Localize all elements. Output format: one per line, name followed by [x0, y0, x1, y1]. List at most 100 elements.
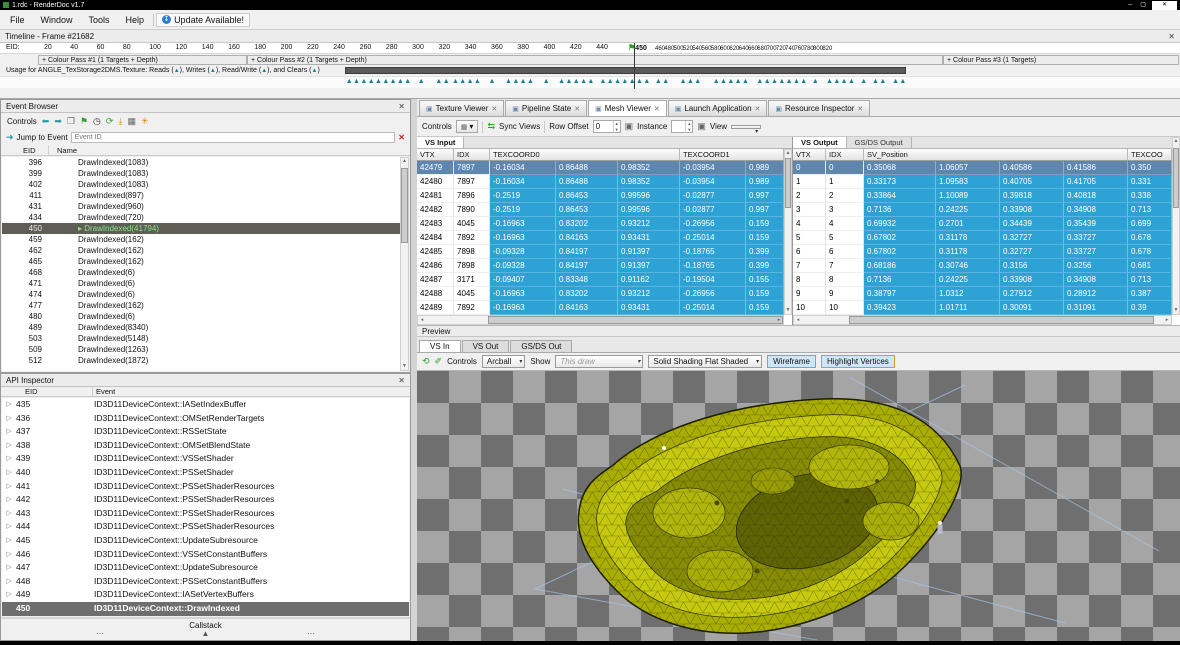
event-row[interactable]: 411 DrawIndexed(897) [2, 190, 400, 201]
expander-icon[interactable] [2, 602, 16, 616]
expander-icon[interactable]: ▷ [2, 534, 16, 548]
tab-close-icon[interactable]: ✕ [491, 105, 497, 113]
expander-icon[interactable]: ▷ [2, 398, 16, 412]
expander-icon[interactable]: ▷ [2, 507, 16, 521]
data-row[interactable]: 8 8 0.7136 0.24225 0.33908 0.34908 0.713 [793, 273, 1180, 287]
row-offset-stepper[interactable]: 0 ▲ ▼ [592, 120, 621, 133]
scroll-thumb[interactable] [1173, 148, 1179, 208]
data-row[interactable]: 7 7 0.68186 0.30746 0.3156 0.3256 0.681 [793, 259, 1180, 273]
api-event-row[interactable]: ▷ 446 ID3D11DeviceContext::VSSetConstantBu… [2, 548, 409, 562]
event-row[interactable]: 399 DrawIndexed(1083) [2, 168, 400, 179]
api-event-row[interactable]: ▷ 443 ID3D11DeviceContext::PSSetShaderReso… [2, 507, 409, 521]
data-row[interactable]: 4 4 0.69932 0.2701 0.34439 0.35439 0.699 [793, 217, 1180, 231]
scroll-right-icon[interactable]: ▸ [775, 316, 783, 325]
tab-vs-output[interactable]: VS Output [793, 137, 847, 148]
callstack-splitter[interactable]: ⋯ ▲ ⋯ [1, 630, 410, 638]
preview-tab-vs-out[interactable]: VS Out [461, 340, 510, 352]
column-header-sv-position[interactable]: SV_Position [864, 149, 1128, 161]
jump-to-event-input[interactable] [70, 132, 396, 143]
data-row[interactable]: 42483 4045 -0.16963 0.83202 0.93212 -0.26956 0… [417, 217, 792, 231]
vs-output-hscrollbar[interactable]: ◂ ▸ [793, 315, 1172, 325]
vs-input-vscrollbar[interactable]: ▲ ▼ [784, 149, 792, 315]
scroll-thumb[interactable] [849, 316, 1154, 324]
expander-icon[interactable]: ▷ [2, 439, 16, 453]
stepper-arrows-icon[interactable]: ▲ ▼ [685, 121, 692, 133]
event-row[interactable]: 509 DrawIndexed(1263) [2, 344, 400, 355]
column-header-idx[interactable]: IDX [826, 149, 864, 161]
api-event-row[interactable]: ▷ 437 ID3D11DeviceContext::RSSetState [2, 425, 409, 439]
data-row[interactable]: 42484 7892 -0.16963 0.84163 0.93431 -0.25014 0… [417, 231, 792, 245]
data-row[interactable]: 42485 7898 -0.09328 0.84197 0.91397 -0.18765 0… [417, 245, 792, 259]
options-icon[interactable]: ✳ [141, 117, 149, 126]
highlight-vertices-toggle[interactable]: Highlight Vertices [820, 355, 895, 368]
doc-tab-resource-inspector[interactable]: ▣ Resource Inspector ✕ [768, 100, 871, 116]
data-row[interactable]: 10 10 0.39423 1.01711 0.30091 0.31091 0.39 [793, 301, 1180, 315]
api-event-row[interactable]: ▷ 439 ID3D11DeviceContext::VSSetShader [2, 452, 409, 466]
data-row[interactable]: 42488 4045 -0.16963 0.83202 0.93212 -0.26956 0… [417, 287, 792, 301]
time-draws-icon[interactable]: ◷ [93, 117, 101, 126]
data-row[interactable]: 1 1 0.33173 1.09583 0.40705 0.41705 0.331 [793, 175, 1180, 189]
refresh-icon[interactable]: ⟳ [106, 117, 114, 126]
bookmark-icon[interactable]: ❐ [67, 117, 75, 126]
scroll-thumb[interactable] [785, 158, 791, 208]
column-header-texcoord0[interactable]: TEXCOORD0 [490, 149, 680, 161]
tab-vs-input[interactable]: VS Input [417, 137, 465, 148]
scroll-left-icon[interactable]: ◂ [418, 316, 426, 325]
event-row[interactable]: 402 DrawIndexed(1083) [2, 179, 400, 190]
expander-icon[interactable]: ▷ [2, 575, 16, 589]
columns-icon[interactable]: ▦ [127, 117, 136, 126]
data-row[interactable]: 42489 7892 -0.16963 0.84163 0.93431 -0.25014 0… [417, 301, 792, 315]
column-header-vtx[interactable]: VTX [417, 149, 454, 161]
expander-icon[interactable]: ▷ [2, 452, 16, 466]
scroll-up-icon[interactable]: ▲ [401, 158, 408, 165]
column-header-texcoord[interactable]: TEXCOO [1128, 149, 1172, 161]
api-event-row[interactable]: ▷ 436 ID3D11DeviceContext::OMSetRenderTarg… [2, 412, 409, 426]
doc-tab-mesh-viewer[interactable]: ▣ Mesh Viewer ✕ [588, 100, 667, 116]
scroll-up-icon[interactable]: ▲ [1173, 138, 1179, 145]
data-row[interactable]: 0 0 0.35068 1.06057 0.40586 0.41586 0.350 [793, 161, 1180, 175]
data-row[interactable]: 3 3 0.7136 0.24225 0.33908 0.34908 0.713 [793, 203, 1180, 217]
scroll-right-icon[interactable]: ▸ [1163, 316, 1171, 325]
tab-gs-ds-output[interactable]: GS/DS Output [846, 137, 912, 148]
mesh-3d-viewport[interactable] [417, 371, 1180, 641]
data-row[interactable]: 6 6 0.67802 0.31178 0.32727 0.33727 0.678 [793, 245, 1180, 259]
doc-tab-launch-application[interactable]: ▣ Launch Application ✕ [667, 100, 768, 116]
nav-forward-icon[interactable]: ➡ [54, 117, 62, 126]
data-row[interactable]: 42482 7890 -0.2519 0.86453 0.99596 -0.02877 0.… [417, 203, 792, 217]
event-row[interactable]: 477 DrawIndexed(162) [2, 300, 400, 311]
event-row[interactable]: 434 DrawIndexed(720) [2, 212, 400, 223]
tab-close-icon[interactable]: ✕ [755, 105, 761, 113]
stepper-arrows-icon[interactable]: ▲ ▼ [612, 121, 620, 133]
data-row[interactable]: 9 9 0.38797 1.0312 0.27912 0.28912 0.387 [793, 287, 1180, 301]
scroll-down-icon[interactable]: ▼ [785, 307, 791, 314]
nav-back-icon[interactable]: ⬅ [42, 117, 50, 126]
expander-icon[interactable]: ▷ [2, 520, 16, 534]
column-header-eid[interactable]: EID [1, 387, 93, 396]
event-row[interactable]: 480 DrawIndexed(6) [2, 311, 400, 322]
timeline-ruler[interactable]: EID: 20 40 60 80 100 120 140 160 180 200 220 240 260… [0, 43, 1180, 54]
data-row[interactable]: 42481 7896 -0.2519 0.86453 0.99596 -0.02877 0.… [417, 189, 792, 203]
column-header-eid[interactable]: EID [1, 145, 49, 155]
api-event-row[interactable]: ▷ 447 ID3D11DeviceContext::UpdateSubresour… [2, 561, 409, 575]
event-row[interactable]: 465 DrawIndexed(162) [2, 256, 400, 267]
column-header-event[interactable]: Event [93, 387, 115, 396]
preview-tab-vs-in[interactable]: VS In [419, 340, 461, 352]
tab-close-icon[interactable]: ✕ [857, 105, 863, 113]
minimize-button[interactable]: ─ [1126, 1, 1134, 9]
expander-icon[interactable]: ▷ [2, 412, 16, 426]
tab-close-icon[interactable]: ✕ [574, 105, 580, 113]
data-row[interactable]: 2 2 0.33864 1.10089 0.39818 0.40818 0.338 [793, 189, 1180, 203]
api-event-row[interactable]: 450 ID3D11DeviceContext::DrawIndexed [2, 601, 409, 616]
update-available-button[interactable]: ↧ Update Available! [156, 12, 250, 27]
event-browser-vscrollbar[interactable]: ▲ ▼ [400, 157, 409, 371]
column-header-name[interactable]: Name [49, 145, 77, 155]
menu-tools[interactable]: Tools [82, 13, 117, 27]
event-row[interactable]: 462 DrawIndexed(162) [2, 245, 400, 256]
maximize-button[interactable]: ▢ [1138, 1, 1148, 9]
event-row[interactable]: 489 DrawIndexed(8340) [2, 322, 400, 333]
mesh-controls-dropdown[interactable]: ▦ ▾ [455, 120, 479, 133]
expander-icon[interactable]: ▷ [2, 493, 16, 507]
clear-filter-icon[interactable]: ✕ [398, 133, 405, 142]
event-row[interactable]: 471 DrawIndexed(6) [2, 278, 400, 289]
expander-icon[interactable]: ▷ [2, 548, 16, 562]
